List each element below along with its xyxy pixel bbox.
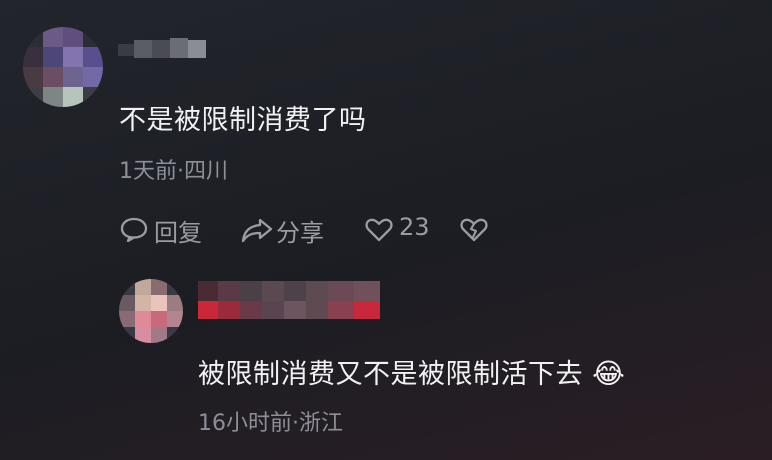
comment-meta: 1天前·四川 — [119, 159, 228, 184]
reply-text-content: 被限制消费又不是被限制活下去 — [198, 359, 583, 390]
reply-avatar[interactable] — [119, 279, 183, 343]
reply-meta: 16小时前·浙江 — [198, 411, 343, 436]
reply-button[interactable]: 回复 — [154, 213, 202, 248]
share-arrow-icon[interactable] — [241, 217, 273, 243]
avatar[interactable] — [23, 27, 103, 107]
share-button[interactable]: 分享 — [276, 213, 324, 248]
reply-text: 被限制消费又不是被限制活下去 😂 — [198, 352, 625, 391]
comment-text: 不是被限制消费了吗 — [119, 105, 367, 136]
reply-username-blurred[interactable] — [198, 281, 380, 319]
laughing-tears-emoji: 😂 — [592, 357, 626, 390]
like-count: 23 — [399, 213, 430, 241]
heart-outline-icon[interactable] — [365, 218, 393, 242]
username-blurred[interactable] — [118, 38, 214, 60]
broken-heart-icon[interactable] — [460, 218, 488, 242]
speech-bubble-icon[interactable] — [120, 216, 148, 242]
